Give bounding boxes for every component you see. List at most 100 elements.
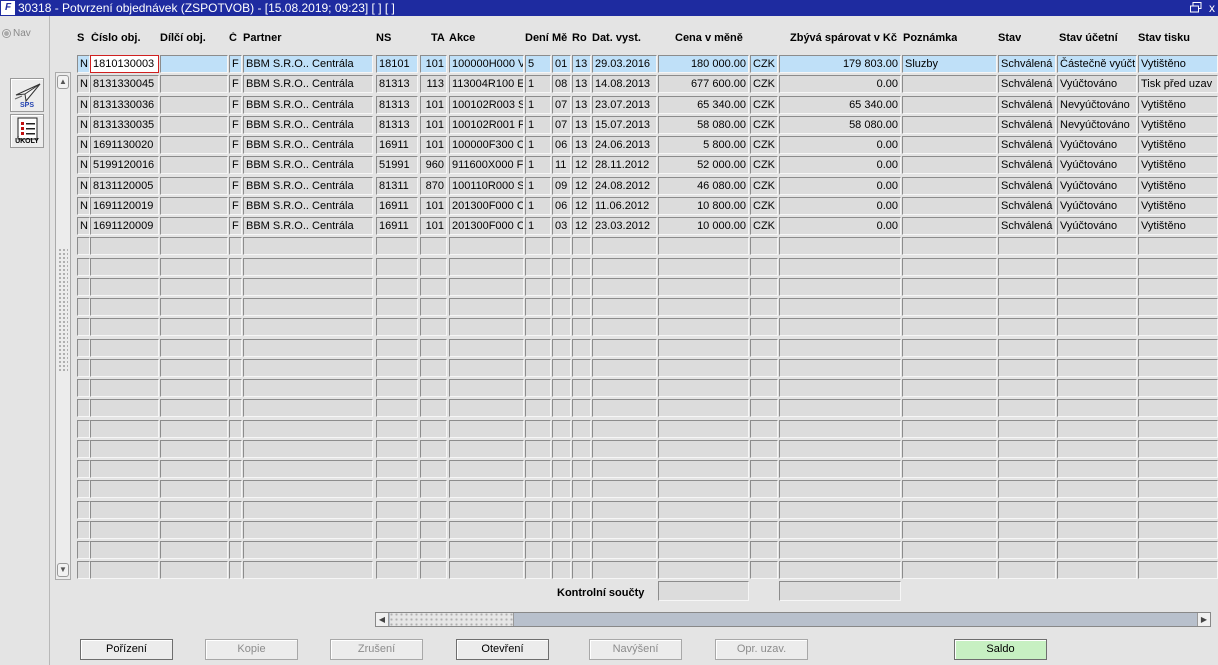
table-cell[interactable] [420, 298, 447, 316]
table-cell[interactable]: 870 [420, 177, 447, 195]
table-cell[interactable]: 0.00 [779, 75, 901, 93]
table-cell[interactable] [90, 278, 159, 296]
table-cell[interactable]: 180 000.00 [658, 55, 749, 73]
table-cell[interactable] [750, 480, 778, 498]
table-cell[interactable]: 16911 [376, 197, 418, 215]
table-cell[interactable] [1057, 278, 1137, 296]
table-cell[interactable] [420, 440, 447, 458]
table-cell[interactable] [420, 460, 447, 478]
table-cell[interactable]: 11.06.2012 [592, 197, 657, 215]
table-cell[interactable]: BBM S.R.O.. Centrála [243, 156, 373, 174]
table-cell[interactable] [525, 359, 551, 377]
table-cell[interactable]: 101 [420, 217, 447, 235]
table-cell[interactable] [229, 541, 242, 559]
table-cell[interactable]: 101 [420, 96, 447, 114]
table-cell[interactable]: 07 [552, 96, 571, 114]
table-cell[interactable] [902, 156, 997, 174]
table-cell[interactable]: 1 [525, 217, 551, 235]
table-cell[interactable]: 24.06.2013 [592, 136, 657, 154]
table-cell[interactable] [658, 541, 749, 559]
table-cell[interactable] [90, 359, 159, 377]
table-cell[interactable] [552, 379, 571, 397]
table-cell[interactable] [998, 561, 1056, 579]
table-cell[interactable] [449, 440, 524, 458]
table-cell[interactable] [160, 177, 228, 195]
table-cell[interactable]: Schválená [998, 156, 1056, 174]
table-cell[interactable] [552, 480, 571, 498]
saldo-button[interactable]: Saldo [954, 639, 1047, 660]
table-cell[interactable] [376, 258, 418, 276]
table-cell[interactable] [243, 399, 373, 417]
table-cell[interactable] [525, 501, 551, 519]
table-cell[interactable] [552, 318, 571, 336]
table-cell[interactable] [572, 561, 591, 579]
table-cell[interactable] [77, 359, 90, 377]
table-cell[interactable] [525, 420, 551, 438]
table-cell[interactable] [1138, 480, 1218, 498]
table-cell[interactable] [243, 460, 373, 478]
table-cell[interactable] [750, 237, 778, 255]
table-cell[interactable]: F [229, 55, 242, 73]
table-cell[interactable] [902, 521, 997, 539]
table-cell[interactable] [243, 318, 373, 336]
scroll-down-icon[interactable]: ▼ [57, 563, 69, 577]
table-cell[interactable] [779, 501, 901, 519]
table-cell[interactable] [902, 136, 997, 154]
table-cell[interactable]: CZK [750, 96, 778, 114]
table-cell[interactable]: 65 340.00 [658, 96, 749, 114]
table-cell[interactable] [998, 420, 1056, 438]
table-cell[interactable] [779, 480, 901, 498]
table-cell[interactable] [243, 237, 373, 255]
table-cell[interactable] [1057, 339, 1137, 357]
table-cell[interactable]: Vytištěno [1138, 217, 1218, 235]
table-cell[interactable] [902, 480, 997, 498]
table-cell[interactable] [420, 359, 447, 377]
table-cell[interactable] [229, 480, 242, 498]
table-cell[interactable] [77, 501, 90, 519]
table-cell[interactable] [998, 521, 1056, 539]
table-cell[interactable] [90, 339, 159, 357]
table-cell[interactable] [229, 420, 242, 438]
table-cell[interactable]: Vyúčtováno [1057, 136, 1137, 154]
opr-uzav-button[interactable]: Opr. uzav. [715, 639, 808, 660]
table-cell[interactable] [1138, 521, 1218, 539]
table-cell[interactable] [779, 420, 901, 438]
table-cell[interactable] [77, 339, 90, 357]
table-cell[interactable]: BBM S.R.O.. Centrála [243, 177, 373, 195]
table-cell[interactable] [902, 339, 997, 357]
table-cell[interactable] [750, 278, 778, 296]
table-cell[interactable] [552, 237, 571, 255]
table-cell[interactable] [779, 339, 901, 357]
table-cell[interactable] [902, 116, 997, 134]
table-cell[interactable] [77, 298, 90, 316]
table-cell[interactable] [1057, 440, 1137, 458]
table-cell[interactable]: Schválená [998, 116, 1056, 134]
scroll-up-icon[interactable]: ▲ [57, 75, 69, 89]
horizontal-scrollbar[interactable]: ◀ ▶ [375, 612, 1211, 627]
table-cell[interactable]: 100110R000 S [449, 177, 524, 195]
table-cell[interactable] [449, 278, 524, 296]
table-cell[interactable] [750, 258, 778, 276]
table-cell[interactable]: N [77, 177, 90, 195]
table-cell[interactable] [229, 237, 242, 255]
table-cell[interactable]: 65 340.00 [779, 96, 901, 114]
table-cell[interactable]: CZK [750, 197, 778, 215]
table-cell[interactable] [779, 318, 901, 336]
table-cell[interactable] [779, 460, 901, 478]
table-cell[interactable] [902, 541, 997, 559]
table-cell[interactable]: 113 [420, 75, 447, 93]
table-cell[interactable] [160, 237, 228, 255]
table-cell[interactable] [779, 359, 901, 377]
table-cell[interactable] [658, 501, 749, 519]
table-cell[interactable] [77, 318, 90, 336]
table-cell[interactable] [572, 379, 591, 397]
table-cell[interactable] [525, 541, 551, 559]
column-header[interactable]: Zbývá spárovat v Kč [790, 32, 897, 44]
table-cell[interactable] [90, 521, 159, 539]
table-cell[interactable] [90, 258, 159, 276]
column-header[interactable]: Č [229, 32, 237, 44]
table-cell[interactable] [902, 96, 997, 114]
table-cell[interactable] [1138, 359, 1218, 377]
table-cell[interactable] [77, 460, 90, 478]
table-cell[interactable]: 13 [572, 96, 591, 114]
